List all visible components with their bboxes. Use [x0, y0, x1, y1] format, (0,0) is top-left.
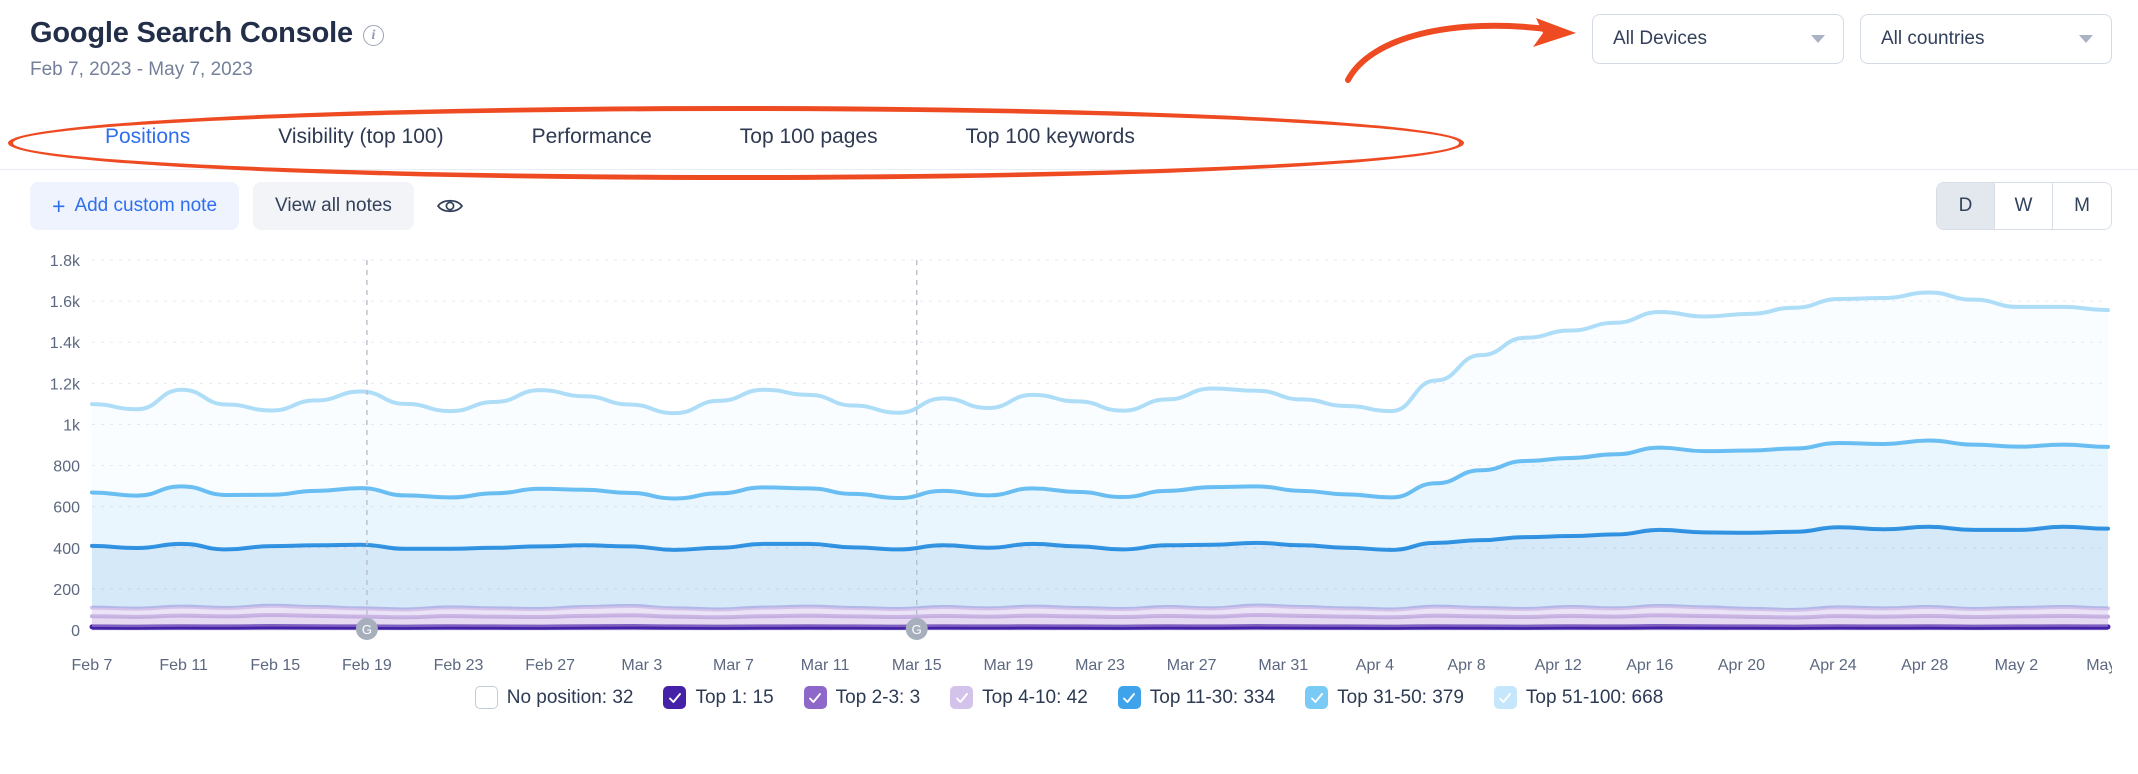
page-title: Google Search Console: [30, 17, 353, 49]
tab-visibility[interactable]: Visibility (top 100): [278, 117, 443, 157]
add-custom-note-label: Add custom note: [74, 195, 218, 216]
legend-label-no-position: No position: 32: [506, 686, 634, 708]
tab-top-100-keywords[interactable]: Top 100 keywords: [966, 117, 1135, 157]
chevron-down-icon: [1811, 35, 1825, 43]
legend-item-top-11-30[interactable]: Top 11-30: 334: [1117, 686, 1276, 709]
chart-canvas[interactable]: 0 200 400 600 800 1k 1.2k 1.4k 1.6k 1.8k G G Feb 7 Fe…: [30, 248, 2112, 688]
legend-label-top-2-3: Top 2-3: 3: [835, 686, 921, 708]
tab-bar: Positions Visibility (top 100) Performan…: [0, 104, 2138, 170]
x-axis-tick: Apr 16: [1626, 657, 1673, 674]
view-all-notes-button[interactable]: View all notes: [253, 182, 414, 230]
x-axis-tick: Mar 7: [713, 657, 754, 674]
granularity-day[interactable]: D: [1937, 183, 1995, 229]
x-axis-tick: Apr 24: [1810, 657, 1857, 674]
granularity-toggle: D W M: [1936, 182, 2112, 230]
add-custom-note-button[interactable]: + Add custom note: [30, 182, 240, 230]
x-axis-tick: Mar 15: [892, 657, 942, 674]
y-axis-tick: 1.4k: [50, 335, 81, 352]
legend-item-top-2-3[interactable]: Top 2-3: 3: [803, 686, 921, 709]
x-axis-tick: Apr 8: [1447, 657, 1485, 674]
x-axis-tick: Apr 28: [1901, 657, 1948, 674]
tabs-container: Positions Visibility (top 100) Performan…: [0, 104, 2138, 180]
x-axis-tick: Apr 12: [1535, 657, 1582, 674]
legend-item-top-31-50[interactable]: Top 31-50: 379: [1305, 686, 1464, 709]
legend-item-top-1[interactable]: Top 1: 15: [663, 686, 774, 709]
chart-toolbar: + Add custom note View all notes D W M: [0, 170, 2138, 242]
legend-label-top-51-100: Top 51-100: 668: [1525, 686, 1664, 708]
legend-checkbox-no-position[interactable]: [474, 686, 498, 709]
legend-checkbox-top-31-50[interactable]: [1305, 686, 1329, 709]
x-axis-tick: Mar 23: [1075, 657, 1125, 674]
granularity-week[interactable]: W: [1995, 183, 2053, 229]
tab-top-100-pages[interactable]: Top 100 pages: [740, 117, 878, 157]
x-axis-tick: Apr 4: [1356, 657, 1394, 674]
plus-icon: +: [52, 192, 66, 219]
device-filter-dropdown[interactable]: All Devices: [1592, 14, 1844, 64]
positions-stacked-area-chart: 0 200 400 600 800 1k 1.2k 1.4k 1.6k 1.8k G G Feb 7 Fe…: [30, 248, 2112, 688]
chevron-down-icon: [2079, 35, 2093, 43]
x-axis-tick: Mar 3: [621, 657, 662, 674]
x-axis-tick: Feb 27: [525, 657, 575, 674]
x-axis-tick: Feb 23: [434, 657, 484, 674]
y-axis-tick: 200: [53, 582, 80, 599]
y-axis-tick: 600: [53, 500, 80, 517]
x-axis-tick: Apr 20: [1718, 657, 1765, 674]
x-axis-tick: Mar 27: [1167, 657, 1217, 674]
y-axis-tick: 800: [53, 459, 80, 476]
legend-checkbox-top-4-10[interactable]: [950, 686, 974, 709]
top-filters: All Devices All countries: [1592, 14, 2112, 64]
y-axis-tick: 1.6k: [50, 294, 81, 311]
legend-label-top-11-30: Top 11-30: 334: [1149, 686, 1276, 708]
view-all-notes-label: View all notes: [275, 195, 392, 216]
legend-label-top-31-50: Top 31-50: 379: [1337, 686, 1464, 708]
y-axis-tick: 1.2k: [50, 376, 81, 393]
x-axis-tick: Feb 19: [342, 657, 392, 674]
granularity-month[interactable]: M: [2053, 183, 2111, 229]
x-axis-tick: Mar 31: [1258, 657, 1308, 674]
x-axis-tick: May 7: [2086, 657, 2112, 674]
legend-checkbox-top-51-100[interactable]: [1493, 686, 1517, 709]
legend-label-top-4-10: Top 4-10: 42: [982, 686, 1088, 708]
x-axis-tick: Feb 11: [159, 657, 208, 674]
country-filter-value: All countries: [1881, 28, 1985, 49]
svg-text:G: G: [912, 622, 922, 637]
x-axis-tick: Feb 15: [250, 657, 300, 674]
y-axis-tick: 0: [71, 623, 80, 640]
tab-performance[interactable]: Performance: [532, 117, 652, 157]
svg-text:G: G: [362, 622, 372, 637]
eye-icon[interactable]: [436, 196, 464, 216]
legend-checkbox-top-11-30[interactable]: [1117, 686, 1141, 709]
x-axis-tick: May 2: [1995, 657, 2039, 674]
legend-label-top-1: Top 1: 15: [695, 686, 774, 708]
legend-item-top-4-10[interactable]: Top 4-10: 42: [950, 686, 1088, 709]
device-filter-value: All Devices: [1613, 28, 1707, 49]
legend-item-top-51-100[interactable]: Top 51-100: 668: [1493, 686, 1664, 709]
country-filter-dropdown[interactable]: All countries: [1860, 14, 2112, 64]
y-axis-tick: 1.8k: [50, 253, 81, 270]
y-axis-tick: 400: [53, 541, 80, 558]
x-axis-tick: Feb 7: [72, 657, 113, 674]
page-header: Google Search Console i Feb 7, 2023 - Ma…: [0, 0, 2138, 104]
legend-checkbox-top-2-3[interactable]: [803, 686, 827, 709]
tab-positions[interactable]: Positions: [105, 117, 190, 157]
legend-item-no-position[interactable]: No position: 32: [474, 686, 634, 709]
info-icon[interactable]: i: [362, 25, 384, 47]
x-axis-tick: Mar 11: [801, 657, 850, 674]
legend-checkbox-top-1[interactable]: [663, 686, 687, 709]
chart-legend: No position: 32 Top 1: 15 Top 2-3: 3 Top…: [0, 686, 2138, 709]
y-axis-tick: 1k: [63, 417, 81, 434]
x-axis-tick: Mar 19: [983, 657, 1033, 674]
